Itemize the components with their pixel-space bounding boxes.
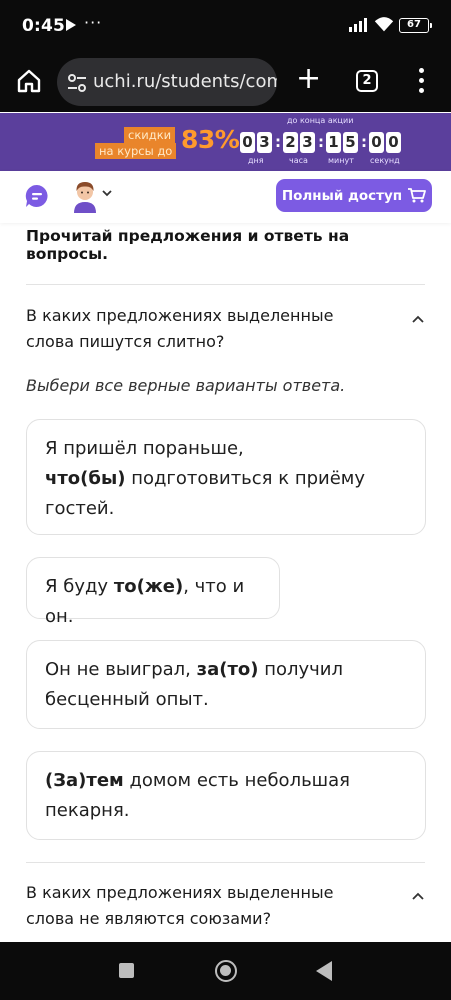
divider	[26, 284, 425, 285]
option-highlight: то(же)	[113, 576, 184, 597]
browser-toolbar: uchi.ru/students/com + 2	[0, 54, 451, 112]
promo-tag-discount: скидки	[124, 127, 176, 143]
countdown-digit: 0	[369, 132, 384, 153]
full-access-button[interactable]: Полный доступ	[276, 179, 432, 212]
new-tab-icon[interactable]: +	[296, 64, 321, 94]
chevron-up-icon[interactable]	[412, 892, 424, 900]
media-playing-icon	[66, 19, 76, 31]
option-text: Он не выиграл,	[45, 659, 197, 680]
address-bar[interactable]: uchi.ru/students/com	[57, 58, 277, 106]
answer-option[interactable]: (За)тем домом есть небольшая пекарня.	[26, 751, 426, 840]
option-highlight: что(бы)	[45, 468, 126, 489]
browser-menu-icon[interactable]	[418, 68, 426, 94]
home-icon[interactable]	[16, 68, 42, 94]
option-text: Я пришёл пораньше,	[45, 438, 244, 459]
question-title[interactable]: В каких предложениях выделенные слова не…	[26, 880, 386, 932]
divider	[26, 862, 425, 863]
cell-signal-icon	[349, 16, 371, 32]
site-header: Полный доступ	[0, 171, 451, 223]
countdown-digit: 0	[240, 132, 255, 153]
avatar[interactable]	[71, 179, 99, 213]
recent-apps-button[interactable]	[119, 963, 134, 978]
home-button[interactable]	[215, 960, 237, 982]
url-text[interactable]: uchi.ru/students/com	[93, 71, 277, 92]
countdown-separator: :	[361, 133, 367, 151]
countdown-digit: 3	[300, 132, 315, 153]
promo-tag-courses: на курсы до	[95, 143, 177, 159]
answer-option[interactable]: Я пришёл пораньше, что(бы) подготовиться…	[26, 419, 426, 535]
option-highlight: за(то)	[196, 659, 259, 680]
answer-option[interactable]: Он не выиграл, за(то) получил бесценный …	[26, 640, 426, 729]
status-bar: 0:45 ··· 67	[0, 0, 451, 54]
countdown-digit: 5	[343, 132, 358, 153]
battery-icon: 67	[399, 18, 432, 33]
option-highlight: (За)тем	[45, 770, 124, 791]
option-text: Я буду	[45, 576, 114, 597]
countdown-digit: 3	[257, 132, 272, 153]
promo-until-label: до конца акции	[287, 116, 354, 125]
countdown-digit: 1	[326, 132, 341, 153]
countdown-separator: :	[318, 133, 324, 151]
countdown-label-seconds: секунд	[370, 156, 400, 165]
countdown-digit: 2	[283, 132, 298, 153]
answer-option[interactable]: Я буду то(же), что и он.	[26, 557, 280, 627]
wifi-icon	[374, 17, 394, 32]
question-title[interactable]: В каких предложениях выделенные слова пи…	[26, 303, 386, 355]
countdown-label-minutes: минут	[328, 156, 354, 165]
full-access-label: Полный доступ	[281, 187, 403, 204]
status-time: 0:45	[22, 16, 66, 36]
promo-banner[interactable]: скидки на курсы до 83% до конца акции 0 …	[0, 113, 451, 171]
task-instruction: Прочитай предложения и ответь на вопросы…	[26, 227, 350, 263]
system-navigation-bar	[0, 942, 451, 1000]
back-button[interactable]	[316, 961, 332, 981]
countdown-label-days: дня	[248, 156, 264, 165]
cart-icon	[408, 188, 427, 203]
countdown-digit: 0	[386, 132, 401, 153]
chat-icon[interactable]	[24, 183, 50, 209]
more-notifications-icon: ···	[84, 13, 103, 32]
tab-switcher-button[interactable]: 2	[356, 70, 378, 92]
countdown-separator: :	[275, 133, 281, 151]
chevron-down-icon[interactable]	[102, 189, 112, 197]
countdown-label-hours: часа	[289, 156, 308, 165]
site-settings-icon[interactable]	[67, 74, 87, 92]
chevron-up-icon[interactable]	[412, 315, 424, 323]
promo-percent: 83%	[181, 125, 240, 154]
answer-hint: Выбери все верные варианты ответа.	[26, 376, 346, 395]
